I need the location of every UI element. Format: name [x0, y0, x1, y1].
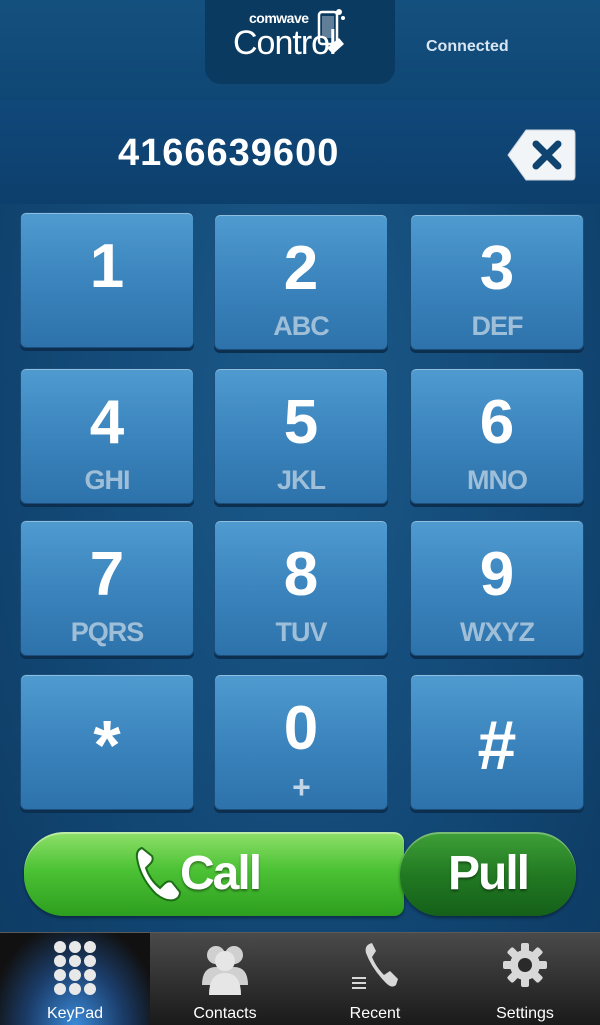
key-letters: JKL [276, 465, 326, 495]
backspace-icon[interactable] [506, 128, 576, 182]
key-7[interactable]: 7 PQRS [20, 520, 194, 656]
gear-icon [503, 943, 547, 987]
tab-contacts[interactable]: Contacts [150, 933, 300, 1025]
key-hash[interactable]: # [410, 674, 584, 810]
call-label: Call [180, 847, 262, 900]
dialed-number[interactable]: 4166639600 [118, 132, 339, 175]
tab-settings[interactable]: Settings [450, 933, 600, 1025]
tab-label: Contacts [193, 1005, 257, 1022]
key-digit: 8 [283, 540, 319, 609]
key-letters: + [292, 769, 311, 805]
key-digit: * [93, 706, 121, 784]
tab-label: Settings [496, 1005, 554, 1022]
phone-logo-icon [317, 9, 345, 54]
dialer-screen: comwave Control Connected 4166639600 1 2 [0, 0, 600, 1025]
connection-status: Connected [426, 38, 509, 55]
pull-button[interactable]: Pull [400, 832, 576, 916]
key-digit: 1 [89, 232, 125, 301]
key-digit: 7 [89, 540, 125, 609]
number-display: 4166639600 [0, 100, 600, 204]
key-digit: # [477, 706, 517, 784]
key-8[interactable]: 8 TUV [214, 520, 388, 656]
key-1[interactable]: 1 [20, 212, 194, 348]
header: comwave Control Connected [0, 0, 600, 100]
tab-bar: KeyPad Contacts Recent Settings [0, 932, 600, 1025]
pull-label: Pull [447, 847, 530, 900]
key-letters: ABC [273, 311, 330, 341]
call-button[interactable]: Call [24, 832, 404, 916]
key-digit: 0 [283, 694, 319, 763]
tab-label: Recent [349, 1005, 401, 1022]
tab-keypad[interactable]: KeyPad [0, 933, 150, 1025]
tab-label: KeyPad [46, 1005, 104, 1022]
key-star[interactable]: * [20, 674, 194, 810]
key-letters: MNO [467, 465, 528, 495]
key-digit: 6 [479, 388, 515, 457]
keypad: 1 2 ABC 3 DEF 4 GHI 5 JKL 6 MNO 7 PQRS 8 [0, 204, 600, 820]
keypad-icon [54, 941, 96, 995]
key-letters: DEF [471, 311, 524, 341]
key-6[interactable]: 6 MNO [410, 368, 584, 504]
key-digit: 5 [283, 388, 319, 457]
key-digit: 2 [283, 234, 319, 303]
key-letters: WXYZ [460, 617, 535, 647]
key-3[interactable]: 3 DEF [410, 214, 584, 350]
key-digit: 3 [479, 234, 515, 303]
phone-icon [135, 846, 182, 902]
key-2[interactable]: 2 ABC [214, 214, 388, 350]
contacts-icon [202, 946, 248, 995]
key-letters: GHI [84, 465, 130, 495]
tab-recent[interactable]: Recent [300, 933, 450, 1025]
key-letters: PQRS [70, 617, 145, 647]
key-0[interactable]: 0 + [214, 674, 388, 810]
key-letters: TUV [275, 617, 328, 647]
key-digit: 9 [479, 540, 515, 609]
recent-icon [352, 943, 398, 989]
key-9[interactable]: 9 WXYZ [410, 520, 584, 656]
key-5[interactable]: 5 JKL [214, 368, 388, 504]
key-4[interactable]: 4 GHI [20, 368, 194, 504]
app-logo: comwave Control [205, 0, 395, 84]
key-digit: 4 [89, 388, 125, 457]
